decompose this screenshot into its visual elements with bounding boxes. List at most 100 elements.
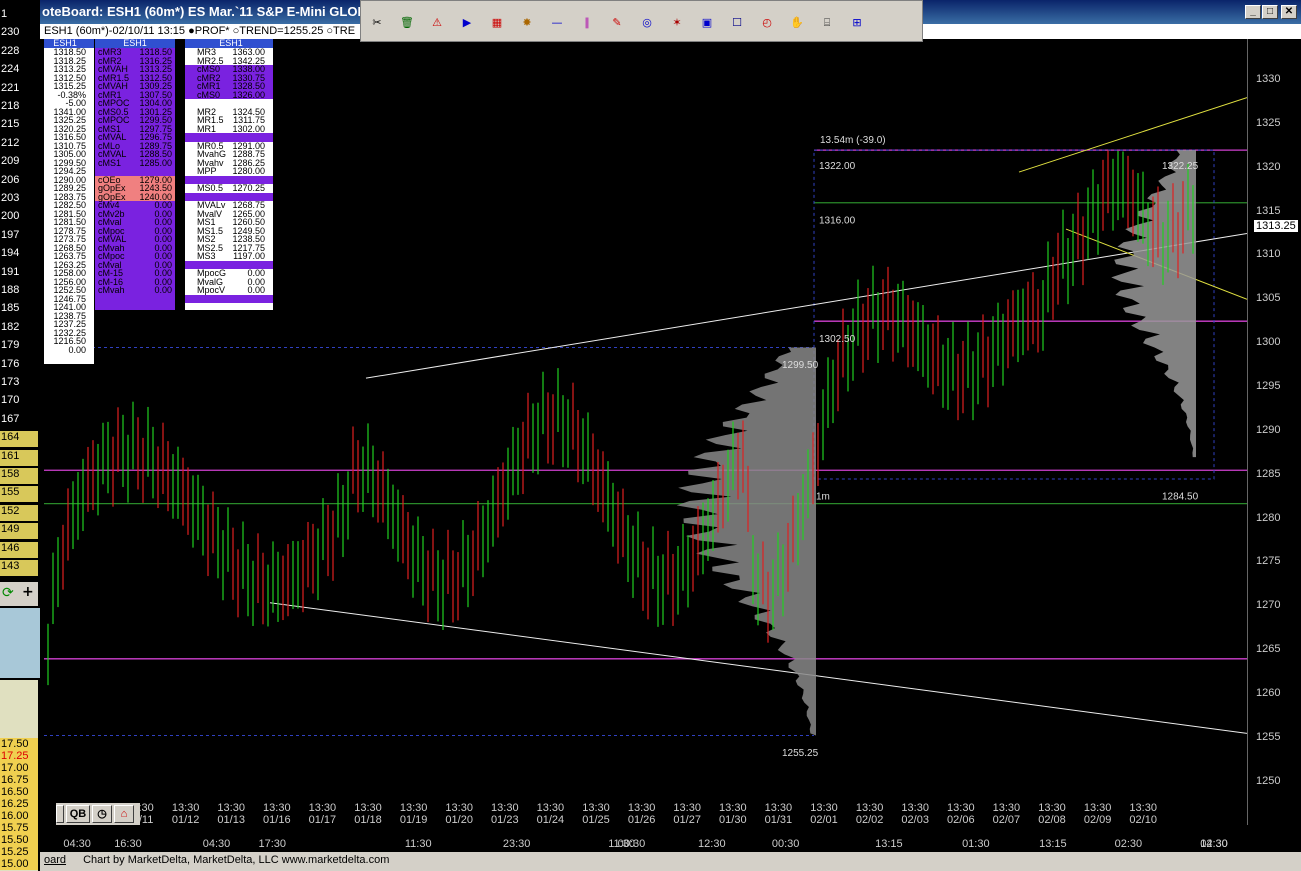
left-level-number: 182: [1, 320, 20, 333]
time-tick-time: 13:30: [354, 802, 382, 814]
ladder-price[interactable]: 15.00: [0, 858, 38, 870]
clock-icon[interactable]: ◴: [759, 15, 775, 31]
ladder-price[interactable]: 15.50: [0, 834, 38, 846]
channel-top: [1018, 97, 1248, 173]
ladder-price[interactable]: 16.25: [0, 798, 38, 810]
price-list-value: 0.00: [68, 344, 86, 355]
clock-icon[interactable]: ◷: [92, 805, 112, 823]
time-tick-date: 02/02: [855, 814, 884, 826]
ladder-price[interactable]: 16.50: [0, 786, 38, 798]
time-tick-time: 13:30: [627, 802, 656, 814]
y-tick-label: 1255: [1256, 730, 1281, 743]
chart-info: ESH1 (60m*)-02/10/11 13:15 ●PROF* ○TREND…: [44, 25, 356, 37]
ladder-price[interactable]: 17.00: [0, 762, 38, 774]
status-tab[interactable]: oard: [44, 854, 66, 866]
box-icon[interactable]: ☐: [729, 15, 745, 31]
y-tick-label: 1310: [1256, 248, 1281, 261]
time-tick-date: 02/08: [1038, 814, 1066, 826]
stat-panel: ESH1 cMR3 1318.50 cMR2 1316.25 cMVAH 1313.25 cM…: [95, 38, 175, 310]
trash-icon[interactable]: 🗑: [399, 15, 415, 31]
time-tick-time: 13:30: [719, 802, 747, 814]
time-tick-date: 01/18: [354, 814, 382, 826]
price-list-panel: ESH1 1318.50 1318.25 1313.25 1312.50 1315.25-…: [44, 38, 94, 364]
ladder-price[interactable]: 17.50: [0, 738, 38, 750]
time-tick: 13:30 01/23: [485, 802, 525, 826]
ibm-icon[interactable]: ▣: [699, 15, 715, 31]
grid-icon[interactable]: ⊞: [849, 15, 865, 31]
warning-icon[interactable]: ⚠: [429, 15, 445, 31]
trash-icon[interactable]: ⌂: [114, 805, 134, 823]
y-tick-label: 1270: [1256, 599, 1281, 612]
bottom-button-bar: QB ◷ ⌂: [56, 803, 140, 825]
camera-icon[interactable]: ⌸: [819, 15, 835, 31]
hand-icon[interactable]: ✋: [789, 15, 805, 31]
left-level-number: 218: [1, 100, 20, 112]
minimize-button[interactable]: _: [1245, 5, 1261, 19]
y-tick-label: 1290: [1256, 423, 1281, 436]
xyz-icon[interactable]: ✂: [369, 15, 385, 31]
pencil-icon[interactable]: ✎: [609, 15, 625, 31]
y-tick-label: 1325: [1256, 116, 1281, 129]
price-axis[interactable]: 1330 1325 1320 1315 1310 1305 1300 1295 1290 1285…: [1247, 38, 1301, 825]
sub-time-tick: 00:30: [617, 838, 646, 850]
play-icon[interactable]: ▶: [459, 15, 475, 31]
star-icon[interactable]: ✶: [669, 15, 685, 31]
refresh-icon[interactable]: ⟳: [2, 585, 14, 601]
maximize-button[interactable]: □: [1262, 5, 1278, 19]
plus-icon[interactable]: +: [22, 584, 34, 600]
light-icon[interactable]: ✸: [519, 15, 535, 31]
time-tick-date: 01/25: [582, 814, 610, 826]
ladder-price[interactable]: 15.25: [0, 846, 38, 858]
mr-key: MS0.5: [197, 183, 224, 193]
mr-row: MPP 1280.00: [185, 167, 273, 176]
left-tab[interactable]: [56, 805, 64, 823]
left-level-number: 185: [1, 302, 20, 315]
line-icon[interactable]: —: [549, 15, 565, 31]
time-tick-time: 13:30: [1083, 802, 1112, 814]
sub-time-tick: 02:30: [1114, 838, 1143, 850]
close-button[interactable]: ✕: [1281, 5, 1297, 19]
ladder-price[interactable]: 16.75: [0, 774, 38, 786]
mr-row: MS3 1197.00: [185, 252, 273, 261]
price-label: 1322.25: [1162, 161, 1199, 172]
chart-icon[interactable]: ▦: [489, 15, 505, 31]
stat-key: cMS1: [98, 157, 122, 168]
price-label: 1316.00: [819, 215, 856, 226]
left-price-strip: 1 230 228 224 221 218 215 212 209 206 203 200 197 194…: [0, 8, 40, 578]
sub-time-tick: 23:30: [502, 838, 531, 850]
time-tick: 13:30 01/17: [302, 802, 342, 826]
ladder-price[interactable]: 15.75: [0, 822, 38, 834]
time-tick: 13:30 01/19: [394, 802, 434, 826]
sub-time-tick: 13:15: [1039, 838, 1067, 850]
time-tick: 13:30 01/30: [713, 802, 753, 826]
y-tick-label: 1300: [1256, 336, 1281, 349]
left-level-number: 149: [0, 523, 38, 540]
parallel-icon[interactable]: ∥: [579, 15, 595, 31]
mr-value: 1270.25: [232, 183, 265, 193]
ladder-price[interactable]: 17.25: [0, 750, 38, 762]
left-level-number: 188: [1, 284, 20, 296]
time-tick: 13:30 02/07: [986, 802, 1026, 826]
mr-value: 1326.00: [232, 89, 265, 100]
left-level-number: 221: [1, 81, 20, 94]
spiral-icon[interactable]: ◎: [639, 15, 655, 31]
y-tick-label: 1250: [1256, 774, 1281, 787]
sub-time-tick: 00:30: [771, 838, 800, 850]
sub-time-tick: 13:15: [875, 838, 903, 850]
time-tick-date: 01/17: [308, 814, 337, 826]
stat-value: 1285.00: [139, 157, 172, 168]
sub-time-tick: 11:30: [404, 838, 432, 850]
left-level-number: 224: [1, 63, 20, 76]
left-level-number: 146: [0, 541, 38, 558]
qb-button[interactable]: QB: [66, 805, 90, 823]
time-tick-time: 13:30: [855, 802, 884, 814]
ladder-price[interactable]: 16.00: [0, 810, 38, 822]
y-tick-label: 1260: [1256, 686, 1281, 699]
time-tick: 13:30 02/06: [941, 802, 981, 826]
time-tick: 13:30 01/16: [257, 802, 297, 826]
time-tick-time: 13:30: [445, 802, 473, 814]
mr-value: 1280.00: [232, 166, 265, 176]
sub-time-tick: 02:30: [1200, 838, 1228, 850]
time-tick: 13:30 02/01: [804, 802, 844, 826]
y-tick-label: 1330: [1256, 73, 1281, 85]
